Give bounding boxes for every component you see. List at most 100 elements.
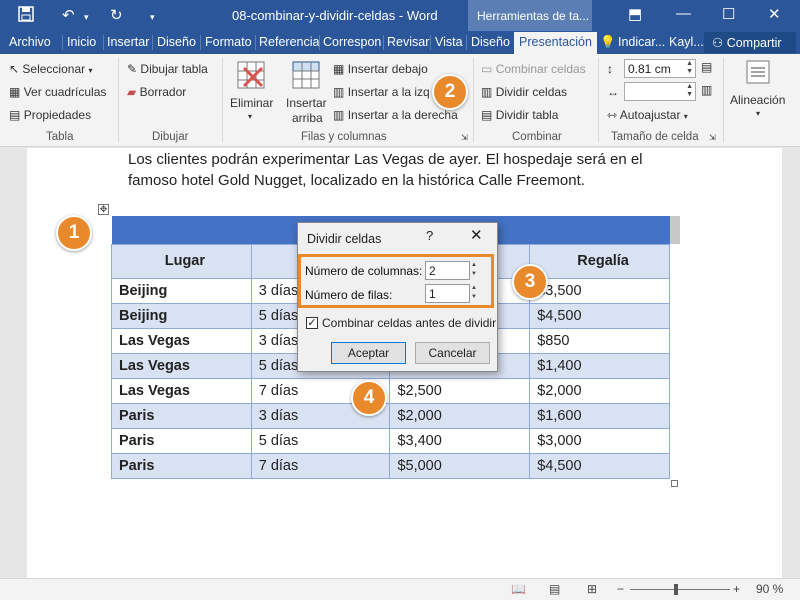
alignment-label[interactable]: Alineación — [730, 93, 785, 107]
table-cell[interactable]: Las Vegas — [111, 327, 252, 354]
table-cell[interactable]: Las Vegas — [111, 377, 252, 404]
split-cells-button[interactable]: ▥ Dividir celdas — [481, 85, 567, 99]
dialog-launcher-icon[interactable]: ⇲ — [709, 133, 716, 142]
properties-button[interactable]: ▤ Propiedades — [9, 108, 91, 122]
row-height-input[interactable]: 0.81 cm ▲ ▼ — [624, 59, 696, 78]
cancel-button[interactable]: Cancelar — [415, 342, 490, 364]
tab-formato[interactable]: Formato — [205, 35, 252, 49]
draw-table-button[interactable]: ✎ Dibujar tabla — [127, 62, 208, 76]
group-separator — [118, 58, 119, 142]
delete-label[interactable]: Eliminar — [230, 96, 273, 110]
document-paragraph[interactable]: Los clientes podrán experimentar Las Veg… — [128, 149, 688, 191]
select-button[interactable]: ↖ Seleccionar ▾ — [9, 62, 92, 76]
group-label-dibujar: Dibujar — [152, 131, 189, 143]
table-cell[interactable]: 7 días — [250, 452, 391, 479]
zoom-slider[interactable] — [630, 589, 730, 590]
view-gridlines-button[interactable]: ▦ Ver cuadrículas — [9, 85, 106, 99]
table-row[interactable]: Paris 5 días $3,400 $3,000 — [111, 427, 670, 454]
table-row[interactable]: Las Vegas 7 días $2,500 $2,000 — [111, 377, 670, 404]
undo-icon[interactable]: ↶ — [62, 6, 75, 24]
dialog-launcher-icon[interactable]: ⇲ — [461, 133, 468, 142]
table-cell[interactable]: 5 días — [250, 427, 391, 454]
table-cell[interactable]: Las Vegas — [111, 352, 252, 379]
user-name[interactable]: Kayl... — [669, 35, 704, 49]
table-cell[interactable]: Paris — [111, 402, 252, 429]
split-table-button[interactable]: ▤ Dividir tabla — [481, 108, 558, 122]
table-row[interactable]: Paris 3 días $2,000 $1,600 — [111, 402, 670, 429]
tab-diseno[interactable]: Diseño — [157, 35, 196, 49]
maximize-icon[interactable]: ☐ — [722, 5, 735, 23]
table-cell[interactable]: $2,500 — [389, 377, 531, 404]
insert-right-button[interactable]: ▥ Insertar a la derecha — [333, 108, 458, 122]
table-cell[interactable]: Paris — [111, 427, 252, 454]
undo-dropdown-icon[interactable]: ▾ — [84, 12, 89, 23]
vertical-scrollbar[interactable] — [783, 148, 800, 578]
insert-above-icon[interactable] — [291, 60, 321, 93]
zoom-slider-thumb[interactable] — [674, 584, 678, 595]
table-cell[interactable]: Beijing — [111, 302, 252, 329]
web-layout-icon[interactable]: ⊞ — [587, 582, 597, 596]
minimize-icon[interactable]: — — [676, 5, 691, 22]
table-cell[interactable]: $5,000 — [389, 452, 531, 479]
header-cell[interactable]: Lugar — [111, 243, 252, 279]
table-cell[interactable]: $2,000 — [389, 402, 531, 429]
tell-me-search[interactable]: Indicar... — [618, 35, 665, 49]
read-mode-icon[interactable]: 📖 — [511, 582, 526, 596]
dialog-close-button[interactable]: ✕ — [470, 226, 483, 244]
table-cell[interactable]: $850 — [529, 327, 670, 354]
redo-icon[interactable]: ↻ — [110, 6, 123, 24]
spin-up-icon[interactable]: ▲ — [686, 60, 693, 67]
table-cell[interactable]: $1,600 — [529, 402, 670, 429]
tab-referencia[interactable]: Referencia — [259, 35, 319, 49]
help-button[interactable]: ? — [426, 228, 433, 243]
tab-vista[interactable]: Vista — [435, 35, 463, 49]
customize-toolbar-icon[interactable]: ▾ — [150, 12, 155, 23]
zoom-in-icon[interactable]: + — [733, 582, 740, 596]
column-width-input[interactable]: ▲ ▼ — [624, 82, 696, 101]
ok-button[interactable]: Aceptar — [331, 342, 406, 364]
insert-left-button[interactable]: ▥ Insertar a la izq — [333, 85, 430, 99]
table-cell[interactable]: $1,400 — [529, 352, 670, 379]
ribbon-display-icon[interactable]: ⬒ — [628, 5, 642, 23]
autofit-button[interactable]: ⇿ Autoajustar ▾ — [607, 108, 688, 122]
tab-presentacion[interactable]: Presentación — [514, 32, 597, 54]
spin-down-icon[interactable]: ▼ — [686, 91, 693, 98]
table-cell[interactable]: $4,500 — [529, 452, 670, 479]
print-layout-icon[interactable]: ▤ — [549, 582, 560, 596]
insert-above-label[interactable]: Insertar — [286, 96, 327, 110]
tab-insertar[interactable]: Insertar — [107, 35, 149, 49]
header-cell[interactable]: Regalía — [529, 243, 670, 279]
tab-inicio[interactable]: Inicio — [67, 35, 96, 49]
table-cell[interactable]: Beijing — [111, 277, 252, 304]
table-row[interactable]: Paris 7 días $5,000 $4,500 — [111, 452, 670, 479]
merge-before-split-label[interactable]: Combinar celdas antes de dividir — [322, 316, 496, 330]
alignment-icon[interactable] — [746, 60, 770, 87]
table-cell[interactable]: $3,400 — [389, 427, 531, 454]
insert-above-label-2[interactable]: arriba — [292, 111, 323, 125]
table-cell[interactable]: $3,000 — [529, 427, 670, 454]
table-cell[interactable]: $3,500 — [529, 277, 670, 304]
zoom-level[interactable]: 90 % — [756, 582, 783, 596]
spin-down-icon[interactable]: ▼ — [686, 68, 693, 75]
eraser-button[interactable]: ▰ Borrador — [127, 85, 186, 99]
table-cell[interactable]: $2,000 — [529, 377, 670, 404]
insert-below-button[interactable]: ▦ Insertar debajo — [333, 62, 428, 76]
table-resize-handle[interactable] — [671, 480, 678, 487]
save-icon[interactable] — [18, 6, 34, 26]
tab-correspondencia[interactable]: Correspon — [323, 35, 381, 49]
tab-diseno-tabla[interactable]: Diseño — [471, 35, 510, 49]
delete-table-icon[interactable] — [236, 60, 266, 93]
spin-up-icon[interactable]: ▲ — [686, 83, 693, 90]
table-cell[interactable]: Paris — [111, 452, 252, 479]
zoom-out-icon[interactable]: − — [617, 582, 624, 596]
tab-revisar[interactable]: Revisar — [387, 35, 429, 49]
merge-cells-button[interactable]: ▭ Combinar celdas — [481, 62, 586, 76]
merge-before-split-checkbox[interactable]: ✓ — [306, 317, 318, 329]
distribute-rows-icon[interactable]: ▤ — [701, 60, 712, 74]
table-move-handle-icon[interactable]: ✥ — [98, 204, 109, 215]
tab-archivo[interactable]: Archivo — [9, 35, 51, 49]
share-button[interactable]: ⚇ Compartir — [704, 32, 796, 53]
distribute-columns-icon[interactable]: ▥ — [701, 83, 712, 97]
table-cell[interactable]: $4,500 — [529, 302, 670, 329]
close-icon[interactable]: ✕ — [768, 5, 781, 23]
